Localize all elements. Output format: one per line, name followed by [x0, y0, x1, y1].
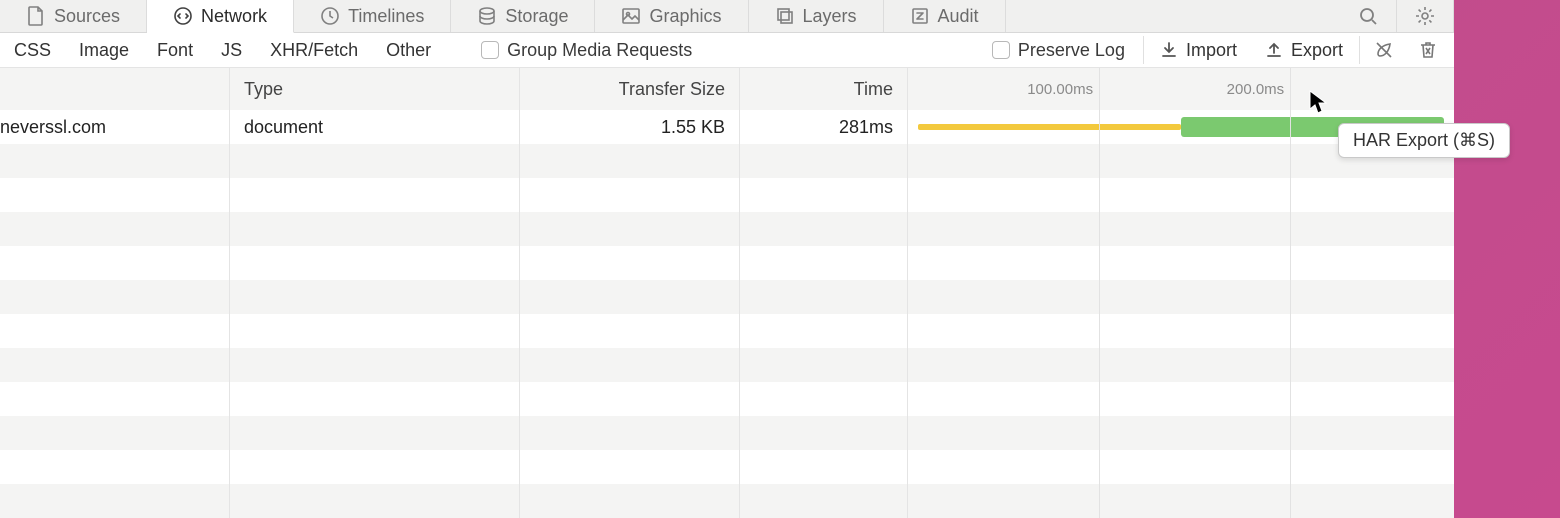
tab-network[interactable]: Network: [147, 0, 294, 33]
col-header-size[interactable]: Transfer Size: [520, 68, 740, 110]
filter-font[interactable]: Font: [143, 40, 207, 61]
col-header-name[interactable]: [0, 68, 230, 110]
table-row: [0, 382, 1454, 416]
trash-icon: [1418, 40, 1438, 60]
checkbox-box: [992, 41, 1010, 59]
search-icon: [1358, 6, 1378, 26]
table-row[interactable]: neverssl.com document 1.55 KB 281ms: [0, 110, 1454, 144]
filter-css[interactable]: CSS: [0, 40, 65, 61]
waterfall-tick: 100.00ms: [1027, 68, 1099, 110]
upload-icon: [1265, 41, 1283, 59]
cell-time: 281ms: [740, 110, 908, 144]
tab-storage[interactable]: Storage: [451, 0, 595, 32]
checkbox-box: [481, 41, 499, 59]
image-icon: [621, 6, 641, 26]
table-head: Type Transfer Size Time 100.00ms 200.0ms: [0, 68, 1454, 110]
network-toolbar: CSS Image Font JS XHR/Fetch Other Group …: [0, 33, 1454, 68]
cell-size: 1.55 KB: [520, 110, 740, 144]
export-button[interactable]: Export: [1251, 40, 1357, 61]
request-table: Type Transfer Size Time 100.00ms 200.0ms…: [0, 68, 1454, 518]
tab-label: Sources: [54, 6, 120, 27]
audit-icon: [910, 6, 930, 26]
table-row: [0, 178, 1454, 212]
table-body: neverssl.com document 1.55 KB 281ms: [0, 110, 1454, 518]
table-row: [0, 246, 1454, 280]
tab-bar-right: [1340, 0, 1454, 32]
document-icon: [26, 6, 46, 26]
tab-layers[interactable]: Layers: [749, 0, 884, 32]
tab-label: Graphics: [649, 6, 721, 27]
col-header-waterfall[interactable]: 100.00ms 200.0ms: [908, 68, 1454, 110]
search-button[interactable]: [1340, 0, 1397, 32]
clear-button[interactable]: [1406, 40, 1450, 60]
import-button[interactable]: Import: [1146, 40, 1251, 61]
table-row: [0, 144, 1454, 178]
checkbox-label: Preserve Log: [1018, 40, 1125, 61]
tab-label: Storage: [505, 6, 568, 27]
tab-label: Audit: [938, 6, 979, 27]
gear-icon: [1415, 6, 1435, 26]
layers-icon: [775, 6, 795, 26]
tab-label: Network: [201, 6, 267, 27]
cell-name: neverssl.com: [0, 110, 230, 144]
clock-icon: [320, 6, 340, 26]
tab-graphics[interactable]: Graphics: [595, 0, 748, 32]
tab-bar: Sources Network Timelines Storage Graphi…: [0, 0, 1454, 33]
col-header-type[interactable]: Type: [230, 68, 520, 110]
divider: [1359, 36, 1360, 64]
table-row: [0, 314, 1454, 348]
filter-js[interactable]: JS: [207, 40, 256, 61]
filter-xhr[interactable]: XHR/Fetch: [256, 40, 372, 61]
cell-type: document: [230, 110, 520, 144]
group-media-checkbox[interactable]: Group Media Requests: [465, 40, 708, 61]
filter-image[interactable]: Image: [65, 40, 143, 61]
devtools-window: Sources Network Timelines Storage Graphi…: [0, 0, 1454, 518]
network-icon: [173, 6, 193, 26]
table-row: [0, 348, 1454, 382]
col-header-time[interactable]: Time: [740, 68, 908, 110]
checkbox-label: Group Media Requests: [507, 40, 692, 61]
download-icon: [1160, 41, 1178, 59]
divider: [1143, 36, 1144, 64]
tab-sources[interactable]: Sources: [0, 0, 147, 32]
filter-other[interactable]: Other: [372, 40, 445, 61]
table-row: [0, 212, 1454, 246]
table-row: [0, 280, 1454, 314]
leaf-slash-icon: [1374, 40, 1394, 60]
waterfall-wait-bar: [918, 124, 1181, 130]
disable-cache-button[interactable]: [1362, 40, 1406, 60]
tab-label: Timelines: [348, 6, 424, 27]
table-row: [0, 416, 1454, 450]
table-row: [0, 450, 1454, 484]
storage-icon: [477, 6, 497, 26]
tab-audit[interactable]: Audit: [884, 0, 1006, 32]
tab-label: Layers: [803, 6, 857, 27]
tab-timelines[interactable]: Timelines: [294, 0, 451, 32]
button-label: Import: [1186, 40, 1237, 61]
table-row: [0, 484, 1454, 518]
button-label: Export: [1291, 40, 1343, 61]
settings-button[interactable]: [1397, 0, 1454, 32]
waterfall-tick: 200.0ms: [1227, 68, 1291, 110]
export-tooltip: HAR Export (⌘S): [1338, 123, 1510, 158]
preserve-log-checkbox[interactable]: Preserve Log: [976, 40, 1141, 61]
